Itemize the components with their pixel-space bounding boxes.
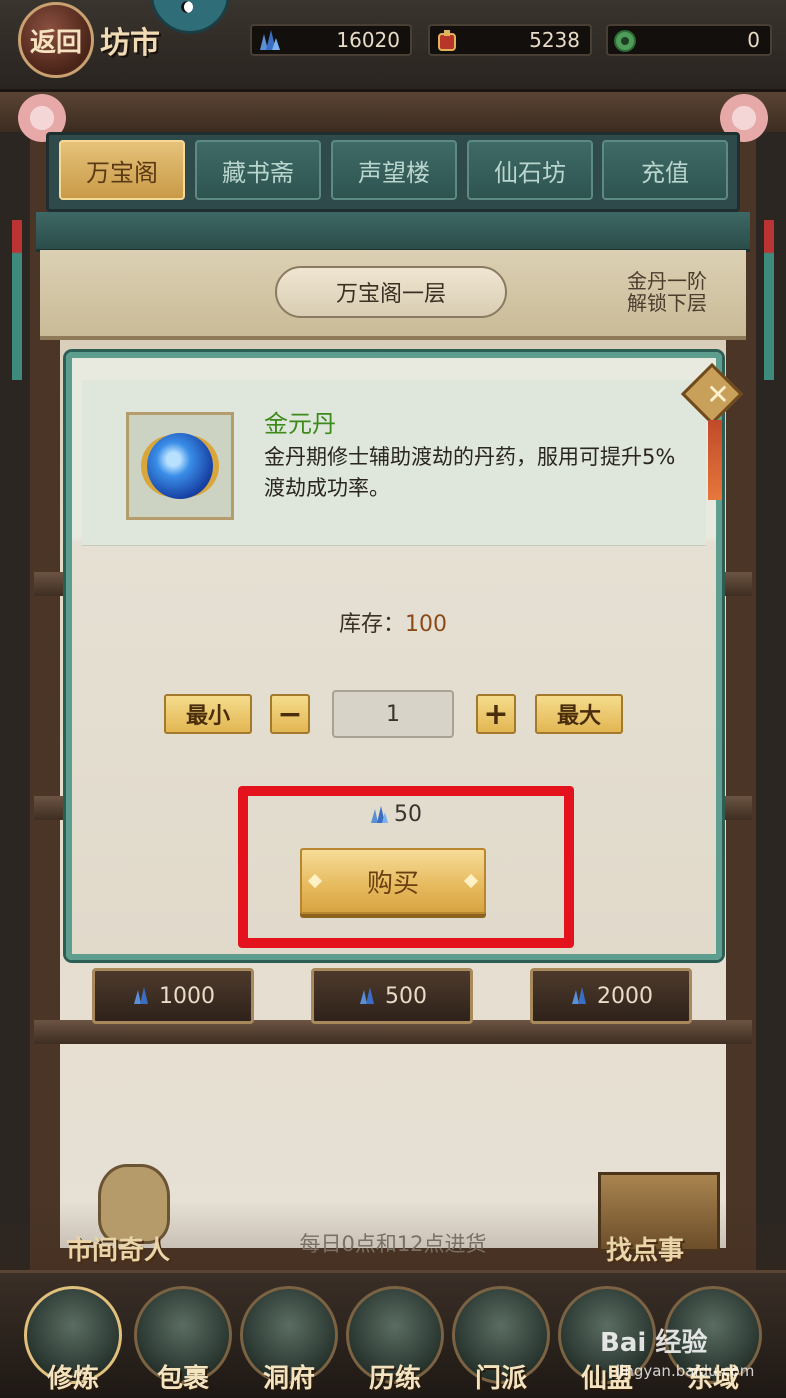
baidu-watermark: Bai 经验 [600, 1328, 708, 1358]
spirit-crystal-icon [134, 987, 148, 1004]
shelf-price-tag[interactable]: 500 [311, 968, 473, 1024]
quantity-input[interactable] [332, 690, 454, 738]
unlock-hint-line: 解锁下层 [627, 291, 707, 315]
banner-plank [36, 212, 750, 252]
nav-label: 修炼 [46, 1364, 99, 1394]
currency-spirit-crystal: 16020 [250, 24, 412, 56]
nav-label: 洞府 [262, 1364, 315, 1394]
unlock-hint: 金丹一阶 解锁下层 [612, 270, 722, 314]
currency-value: 0 [747, 28, 760, 52]
shelf-price-tag[interactable]: 2000 [530, 968, 692, 1024]
unlock-hint-line: 金丹一阶 [627, 269, 707, 293]
shelf-price-value: 500 [385, 983, 427, 1009]
increase-quantity-button[interactable]: + [476, 694, 516, 734]
jade-coin-icon [614, 30, 636, 52]
nav-label: 包裹 [156, 1364, 209, 1394]
spirit-crystal-icon [260, 30, 280, 50]
pill-orb-icon [147, 433, 213, 499]
tassel-decoration [764, 220, 774, 380]
spirit-crystal-icon [572, 987, 586, 1004]
npc-right-label[interactable]: 找点事 [606, 1230, 684, 1267]
page-title: 坊市 [100, 26, 160, 61]
stock-label: 库存： [338, 612, 405, 637]
shelf-price-tag[interactable]: 1000 [92, 968, 254, 1024]
item-name: 金元丹 [264, 410, 336, 438]
currency-value: 5238 [529, 28, 580, 52]
min-quantity-button[interactable]: 最小 [164, 694, 252, 734]
cabinet-roof [0, 92, 786, 132]
nav-label: 门派 [474, 1364, 527, 1394]
item-icon-frame [126, 412, 234, 520]
nav-label: 历练 [368, 1364, 421, 1394]
currency-red-pouch: 5238 [428, 24, 592, 56]
tassel-decoration [708, 420, 722, 500]
tab-cangshuzhai[interactable]: 藏书斋 [195, 140, 321, 200]
back-button[interactable]: 返回 [18, 2, 94, 78]
tab-shengwanglou[interactable]: 声望楼 [331, 140, 457, 200]
annotation-highlight-box [238, 786, 574, 948]
close-icon[interactable]: ✕ [696, 372, 740, 416]
shelf-price-value: 1000 [159, 983, 215, 1009]
max-quantity-button[interactable]: 最大 [535, 694, 623, 734]
currency-jade-coin: 0 [606, 24, 772, 56]
decrease-quantity-button[interactable]: − [270, 694, 310, 734]
shelf-price-value: 2000 [597, 983, 653, 1009]
floor-label: 万宝阁一层 [275, 266, 507, 318]
red-pouch-icon [438, 30, 456, 51]
tab-xianshifang[interactable]: 仙石坊 [467, 140, 593, 200]
spirit-crystal-icon [360, 987, 374, 1004]
currency-value: 16020 [336, 28, 400, 52]
watermark-url: jingyan.baidu.com [616, 1362, 755, 1380]
stock-value: 100 [405, 612, 447, 637]
stock-info: 库存：100 [0, 606, 786, 638]
item-description: 金丹期修士辅助渡劫的丹药，服用可提升5%渡劫成功率。 [264, 445, 676, 500]
tab-wanbaoge[interactable]: 万宝阁 [59, 140, 185, 200]
tassel-decoration [12, 220, 22, 380]
tab-recharge[interactable]: 充值 [602, 140, 728, 200]
